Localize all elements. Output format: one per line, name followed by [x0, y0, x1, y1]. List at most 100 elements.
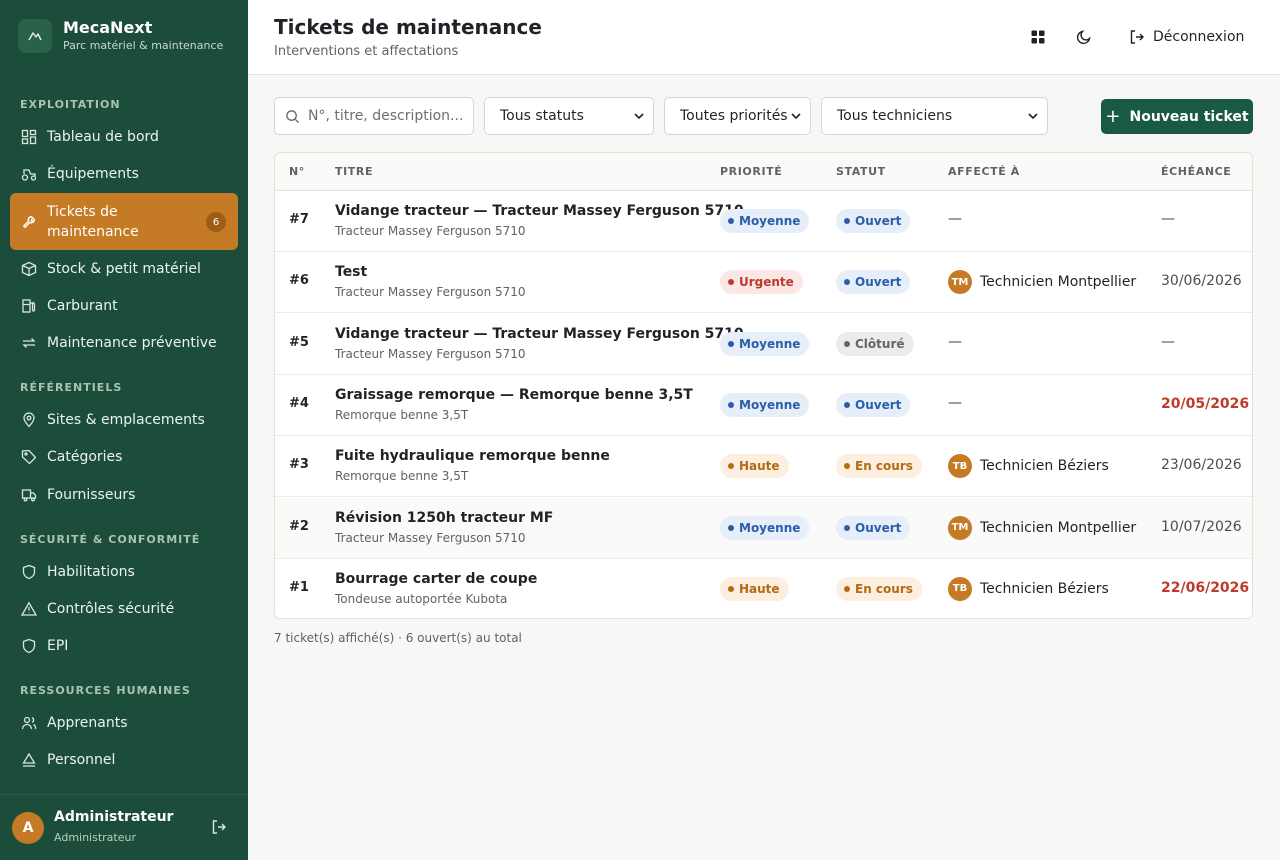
status-dot-icon — [728, 401, 734, 408]
status-label: Ouvert — [855, 520, 902, 535]
box-icon — [20, 261, 37, 278]
sidebar-item-personnel[interactable]: Personnel — [10, 743, 238, 777]
priority-badge: Haute — [720, 576, 789, 601]
ticket-title[interactable]: Bourrage carter de coupe — [335, 571, 537, 587]
table-row[interactable]: #1 Bourrage carter de coupe Tondeuse autop… — [275, 558, 1252, 618]
sidebar-item-fournisseurs[interactable]: Fournisseurs — [10, 478, 238, 512]
section-referentiels: RÉFÉRENTIELS — [20, 381, 123, 394]
shield-icon — [20, 638, 37, 655]
due-date: 20/05/2026 — [1161, 395, 1250, 412]
priority-filter-select[interactable]: Toutes priorités — [664, 97, 811, 135]
due-date: 23/06/2026 — [1161, 457, 1242, 474]
ticket-number: #6 — [289, 273, 309, 289]
priority-label: Moyenne — [739, 520, 801, 535]
assignee-name: Technicien Béziers — [980, 458, 1109, 475]
column-header-assignee[interactable]: AFFECTÉ À — [948, 165, 1020, 178]
column-header-priority[interactable]: PRIORITÉ — [720, 165, 782, 178]
section-ressources-humaines: RESSOURCES HUMAINES — [20, 684, 191, 697]
sidebar-item-carburant[interactable]: Carburant — [10, 289, 238, 323]
moon-icon[interactable] — [1076, 26, 1092, 48]
status-dot-icon — [728, 463, 734, 470]
assignee: TM Technicien Montpellier — [948, 515, 1136, 540]
search-input[interactable] — [308, 108, 473, 124]
status-label: Clôturé — [855, 336, 905, 351]
logout-button[interactable]: Déconnexion — [1129, 26, 1244, 48]
due-date: 22/06/2026 — [1161, 579, 1250, 596]
table-row[interactable]: #2 Révision 1250h tracteur MF Tracteur Mas… — [275, 497, 1252, 559]
technician-filter-value: Tous techniciens — [837, 108, 953, 124]
ticket-title[interactable]: Test — [335, 264, 367, 280]
chevron-down-icon — [791, 113, 801, 120]
ticket-equipment: Remorque benne 3,5T — [335, 469, 469, 484]
technician-filter-select[interactable]: Tous techniciens — [821, 97, 1048, 135]
ticket-title[interactable]: Fuite hydraulique remorque benne — [335, 448, 610, 464]
sidebar-item-label: Fournisseurs — [47, 487, 136, 503]
dashboard-icon — [20, 129, 37, 146]
column-header-number[interactable]: N° — [289, 165, 305, 178]
assignee: TB Technicien Béziers — [948, 576, 1109, 601]
column-header-due-date[interactable]: ÉCHÉANCE — [1161, 165, 1231, 178]
person-icon — [20, 752, 37, 769]
sidebar-item-epi[interactable]: EPI — [10, 629, 238, 663]
ticket-title[interactable]: Révision 1250h tracteur MF — [335, 510, 553, 526]
ticket-title[interactable]: Graissage remorque — Remorque benne 3,5T — [335, 387, 693, 403]
search-field[interactable] — [274, 97, 474, 135]
fuel-icon — [20, 298, 37, 315]
priority-label: Moyenne — [739, 336, 801, 351]
sidebar-item-label: Tableau de bord — [47, 129, 159, 145]
priority-label: Urgente — [739, 275, 794, 290]
table-row[interactable]: #7 Vidange tracteur — Tracteur Massey Fer… — [275, 191, 1252, 252]
table-row[interactable]: #6 Test Tracteur Massey Ferguson 5710 Urgen… — [275, 252, 1252, 314]
sidebar-item-maintenance-preventive[interactable]: Maintenance préventive — [10, 326, 238, 360]
sidebar-item-apprenants[interactable]: Apprenants — [10, 706, 238, 740]
new-ticket-button[interactable]: + Nouveau ticket — [1101, 99, 1253, 134]
ticket-equipment: Tondeuse autoportée Kubota — [335, 591, 508, 606]
column-header-status[interactable]: STATUT — [836, 165, 886, 178]
sidebar-item-label: Personnel — [47, 752, 116, 768]
brand[interactable]: MecaNext Parc matériel & maintenance — [18, 18, 223, 54]
priority-label: Moyenne — [739, 214, 801, 228]
status-badge: Ouvert — [836, 515, 911, 540]
ticket-title[interactable]: Vidange tracteur — Tracteur Massey Fergu… — [335, 326, 744, 342]
sidebar-item-tableau-de-bord[interactable]: Tableau de bord — [10, 120, 238, 154]
table-row[interactable]: #4 Graissage remorque — Remorque benne 3,… — [275, 374, 1252, 436]
table-row[interactable]: #3 Fuite hydraulique remorque benne Remorq… — [275, 436, 1252, 498]
avatar[interactable]: A — [12, 812, 44, 844]
logout-label: Déconnexion — [1153, 29, 1245, 45]
status-badge: En cours — [836, 576, 922, 601]
ticket-title[interactable]: Vidange tracteur — Tracteur Massey Fergu… — [335, 203, 744, 219]
ticket-equipment: Tracteur Massey Ferguson 5710 — [335, 285, 526, 300]
assignee-empty: — — [948, 211, 962, 227]
sidebar-item-controles-securite[interactable]: Contrôles sécurité — [10, 592, 238, 626]
column-header-title[interactable]: TITRE — [335, 165, 373, 178]
assignee-avatar: TB — [948, 576, 972, 601]
status-badge: Ouvert — [836, 209, 911, 233]
sidebar-item-label: Habilitations — [47, 564, 135, 580]
status-filter-select[interactable]: Tous statuts — [484, 97, 654, 135]
truck-icon — [20, 487, 37, 504]
sidebar-item-label: Contrôles sécurité — [47, 601, 175, 617]
status-label: Ouvert — [855, 275, 902, 290]
user-block: A Administrateur Administrateur — [0, 794, 248, 860]
sidebar-item-categories[interactable]: Catégories — [10, 440, 238, 474]
user-role: Administrateur — [54, 831, 136, 844]
sidebar-item-sites[interactable]: Sites & emplacements — [10, 403, 238, 437]
sidebar-item-tickets[interactable]: Tickets de maintenance 6 — [10, 193, 238, 250]
chevron-down-icon — [1028, 113, 1038, 120]
logout-icon[interactable] — [211, 819, 229, 837]
priority-filter-value: Toutes priorités — [680, 108, 788, 124]
sidebar-item-stock[interactable]: Stock & petit matériel — [10, 252, 238, 286]
ticket-equipment: Tracteur Massey Ferguson 5710 — [335, 346, 526, 361]
sidebar-item-habilitations[interactable]: Habilitations — [10, 555, 238, 589]
shield-icon — [20, 564, 37, 581]
assignee: TB Technicien Béziers — [948, 454, 1109, 479]
table-row[interactable]: #5 Vidange tracteur — Tracteur Massey Fer… — [275, 313, 1252, 375]
sidebar-item-equipements[interactable]: Équipements — [10, 157, 238, 191]
sidebar-item-label: Stock & petit matériel — [47, 261, 201, 277]
tickets-summary: 7 ticket(s) affiché(s) · 6 ouvert(s) au … — [274, 631, 522, 645]
status-dot-icon — [728, 218, 734, 224]
tractor-icon — [20, 166, 37, 183]
assignee-name: Technicien Béziers — [980, 580, 1109, 597]
grid-view-icon[interactable] — [1030, 26, 1046, 48]
page-subtitle: Interventions et affectations — [274, 44, 459, 59]
